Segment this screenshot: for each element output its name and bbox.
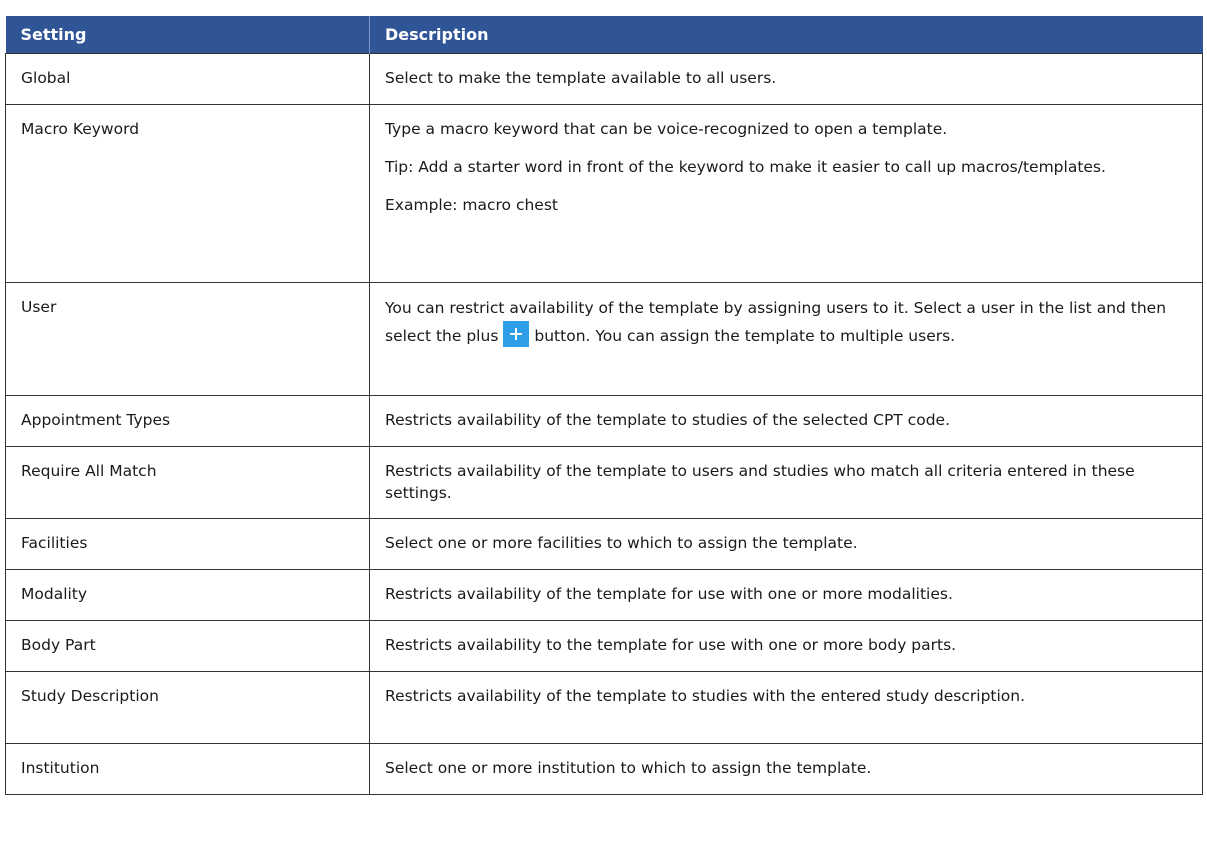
tip-text: Tip: Add a starter word in front of the … (385, 158, 1106, 176)
column-header-setting: Setting (5, 16, 370, 54)
plus-icon (503, 321, 530, 347)
table-row: Macro Keyword Type a macro keyword that … (5, 104, 1203, 283)
table-row: Global Select to make the template avail… (5, 53, 1203, 105)
description-cell: Restricts availability of the template t… (369, 446, 1203, 519)
description-cell: Type a macro keyword that can be voice-r… (369, 104, 1203, 283)
setting-cell: User (5, 282, 370, 396)
table-row: Facilities Select one or more facilities… (5, 518, 1203, 570)
setting-cell: Macro Keyword (5, 104, 370, 283)
description-cell: Select one or more institution to which … (369, 743, 1203, 795)
table-row: Institution Select one or more instituti… (5, 743, 1203, 795)
description-cell: You can restrict availability of the tem… (369, 282, 1203, 396)
settings-table: Setting Description Global Select to mak… (5, 16, 1203, 795)
description-cell: Restricts availability of the template f… (369, 569, 1203, 621)
setting-cell: Require All Match (5, 446, 370, 519)
table-row: Appointment Types Restricts availability… (5, 395, 1203, 447)
description-cell: Restricts availability to the template f… (369, 620, 1203, 672)
setting-cell: Facilities (5, 518, 370, 570)
setting-cell: Institution (5, 743, 370, 795)
description-cell: Restricts availability of the template t… (369, 671, 1203, 744)
table-row: Require All Match Restricts availability… (5, 446, 1203, 519)
table-row: Study Description Restricts availability… (5, 671, 1203, 744)
setting-cell: Body Part (5, 620, 370, 672)
table-row: Modality Restricts availability of the t… (5, 569, 1203, 621)
setting-cell: Appointment Types (5, 395, 370, 447)
description-text: Type a macro keyword that can be voice-r… (385, 120, 948, 138)
description-cell: Restricts availability of the template t… (369, 395, 1203, 447)
table-row: Body Part Restricts availability to the … (5, 620, 1203, 672)
example-text: Example: macro chest (385, 196, 558, 214)
setting-cell: Global (5, 53, 370, 105)
table-header-row: Setting Description (5, 16, 1203, 54)
description-cell: Select to make the template available to… (369, 53, 1203, 105)
column-header-description: Description (369, 16, 1203, 54)
table-row: User You can restrict availability of th… (5, 282, 1203, 396)
setting-cell: Study Description (5, 671, 370, 744)
description-cell: Select one or more facilities to which t… (369, 518, 1203, 570)
setting-cell: Modality (5, 569, 370, 621)
description-text-after-icon: button. You can assign the template to m… (534, 327, 956, 345)
